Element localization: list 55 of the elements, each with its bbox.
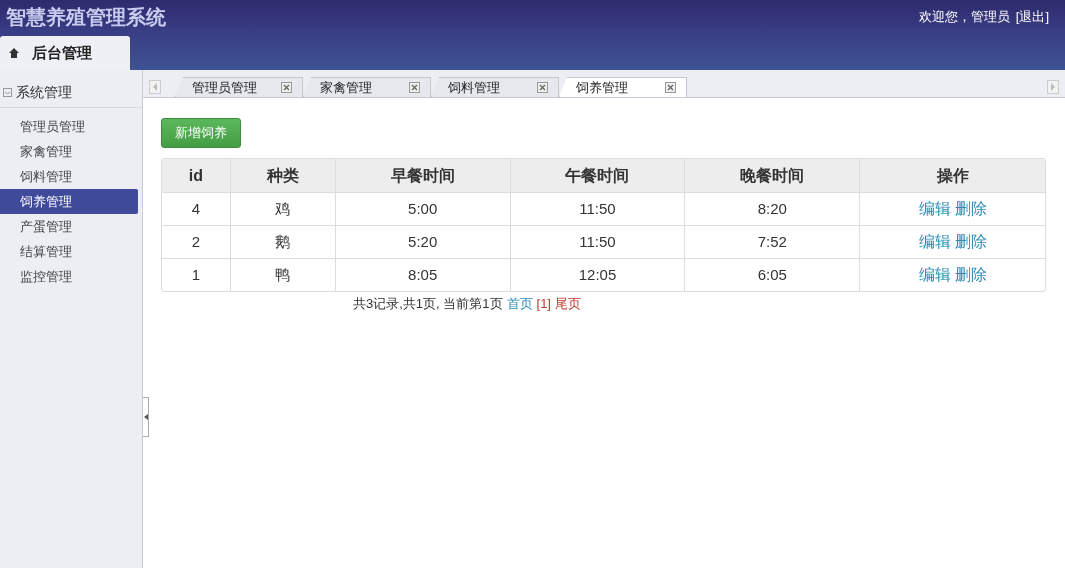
table-cell: 8:05 [334, 259, 510, 291]
action-link[interactable]: 编辑 [918, 230, 951, 254]
sidebar-item[interactable]: 监控管理 [0, 264, 138, 289]
sidebar-item[interactable]: 饲料管理 [0, 164, 138, 189]
logout-link[interactable]: [退出] [1015, 6, 1049, 27]
column-header: id [187, 165, 205, 186]
home-icon [8, 47, 20, 59]
table-cell-text: 4 [190, 198, 202, 219]
column-header: 操作 [859, 159, 1045, 192]
sidebar-item[interactable]: 管理员管理 [0, 114, 138, 139]
table-cell: 11:50 [509, 193, 685, 225]
welcome-text: 欢迎您，管理员 [918, 7, 1010, 26]
action-link[interactable]: 编辑 [918, 263, 951, 287]
pager-link[interactable]: [1] [536, 294, 551, 314]
close-icon[interactable] [665, 82, 676, 93]
action-link[interactable]: 编辑 [918, 197, 951, 221]
pager-summary: 共3记录,共1页, 当前第1页 [353, 295, 503, 313]
tab[interactable]: 管理员管理 [175, 77, 303, 97]
tab[interactable]: 饲料管理 [431, 77, 559, 97]
sidebar-item[interactable]: 产蛋管理 [0, 214, 138, 239]
action-link[interactable]: 删除 [954, 197, 987, 221]
top-tab[interactable]: 后台管理 [0, 36, 130, 70]
tab[interactable]: 饲养管理 [559, 77, 687, 97]
pager-link[interactable]: 尾页 [555, 294, 581, 314]
table-cell: 8:20 [684, 193, 860, 225]
sidebar-item[interactable]: 饲养管理 [0, 189, 138, 214]
table-cell: 11:50 [509, 226, 685, 258]
tab[interactable]: 家禽管理 [303, 77, 431, 97]
caret-right-icon [1050, 83, 1056, 91]
collapse-handle[interactable] [143, 397, 149, 437]
table-cell-text: 1 [190, 264, 202, 285]
column-header: 种类 [229, 159, 335, 192]
sidebar-item[interactable]: 家禽管理 [0, 139, 138, 164]
table-cell: 鸡 [229, 193, 335, 225]
close-icon[interactable] [281, 82, 292, 93]
table-cell: 5:20 [334, 226, 510, 258]
table-cell: 鸭 [229, 259, 335, 291]
table-cell: 5:00 [334, 193, 510, 225]
table-cell: 7:52 [684, 226, 860, 258]
close-icon[interactable] [409, 82, 420, 93]
close-icon[interactable] [537, 82, 548, 93]
column-header: 晚餐时间 [684, 159, 860, 192]
app-title: 智慧养殖管理系统 [6, 4, 166, 30]
table-cell: 12:05 [509, 259, 685, 291]
table-cell: 鹅 [229, 226, 335, 258]
action-link[interactable]: 删除 [954, 230, 987, 254]
table-cell-text: 2 [190, 231, 202, 252]
sidebar-item[interactable]: 结算管理 [0, 239, 138, 264]
action-link[interactable]: 删除 [954, 263, 987, 287]
table-cell: 6:05 [684, 259, 860, 291]
column-header: 早餐时间 [334, 159, 510, 192]
pager-link[interactable]: 首页 [506, 294, 533, 314]
sidebar-group-title: 系统管理 [16, 83, 72, 102]
column-header: 午餐时间 [509, 159, 685, 192]
caret-left-icon [152, 83, 158, 91]
